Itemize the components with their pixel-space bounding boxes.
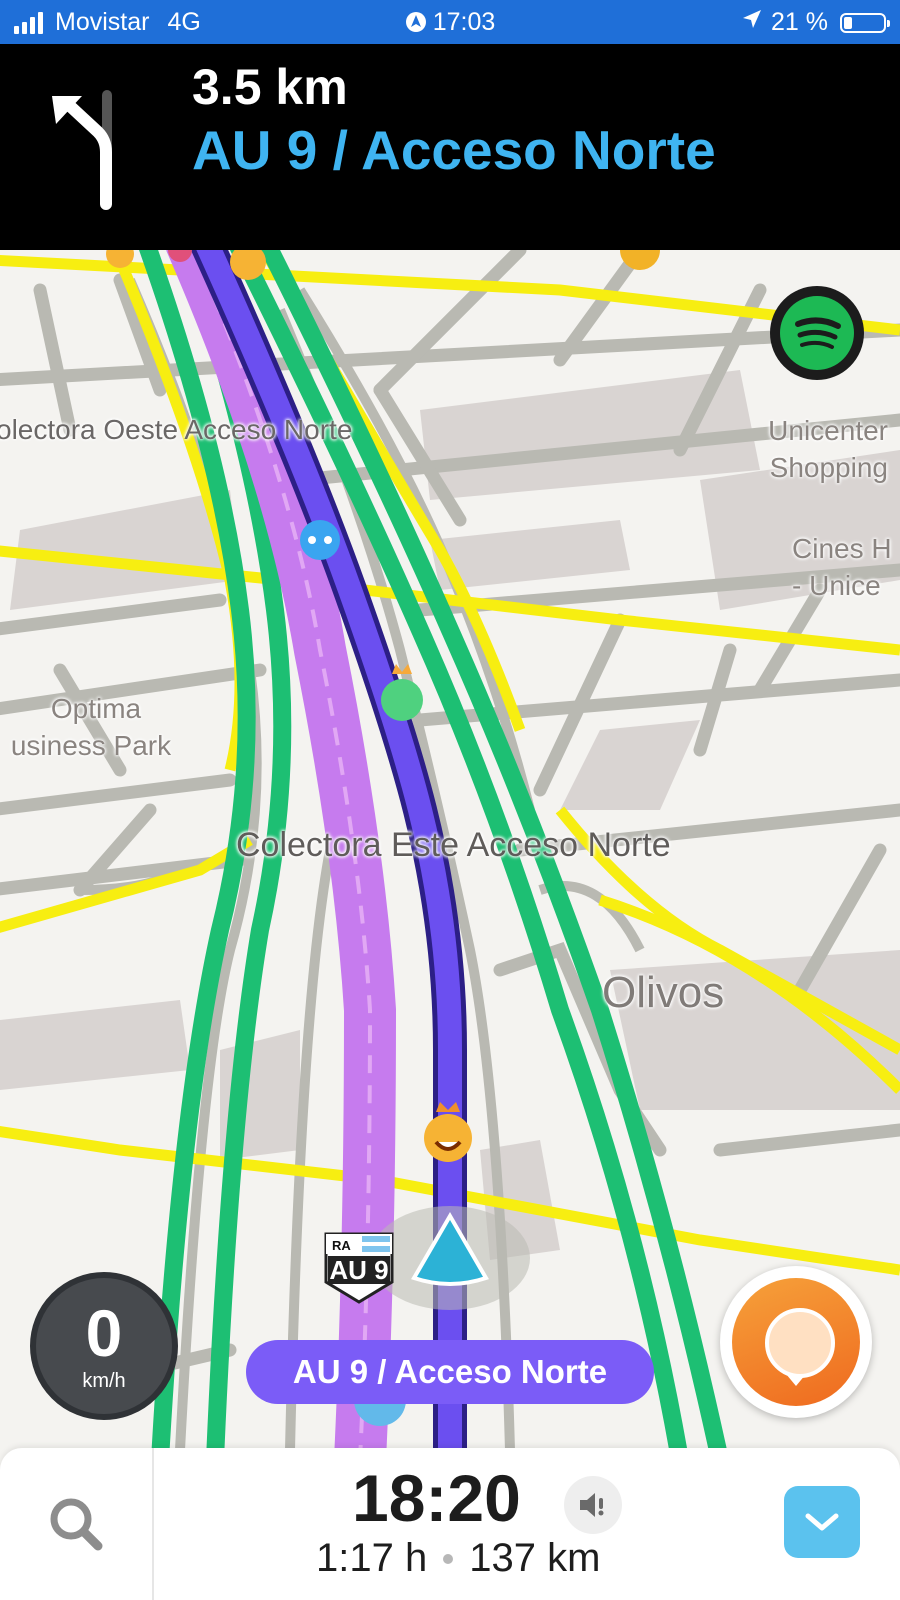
arrival-time: 18:20: [352, 1461, 521, 1535]
poi-label-optima: Optima usiness Park: [0, 690, 186, 764]
trip-info: 1:17 h 137 km: [316, 1536, 600, 1581]
shield-country: RA: [332, 1238, 351, 1253]
wazer-icon: [300, 520, 340, 560]
status-bar: Movistar 4G 17:03 21 %: [0, 0, 900, 44]
trip-bottom-bar: 18:20 1:17 h 137 km: [0, 1448, 900, 1600]
poi-label-line: Unicenter: [768, 415, 888, 446]
remaining-duration: 1:17 h: [316, 1536, 428, 1580]
wazer-laughing-icon: [424, 1114, 472, 1162]
poi-label-cines: Cines H - Unice: [792, 530, 892, 604]
separator-dot: [443, 1553, 454, 1564]
map-label-colectora-oeste: olectora Oeste Acceso Norte: [0, 414, 353, 445]
speed-value: 0: [85, 1296, 123, 1370]
poi-label-line: Cines H: [792, 533, 892, 564]
map-view[interactable]: olectora Oeste Acceso Norte Colectora Es…: [0, 250, 900, 1450]
wazer-crown-icon: [381, 679, 423, 721]
poi-label-line: Shopping: [769, 452, 888, 483]
spotify-button[interactable]: [770, 286, 864, 380]
battery-percent: 21 %: [771, 8, 828, 36]
clock: 17:03: [432, 8, 496, 36]
keep-left-arrow-icon: [52, 90, 112, 210]
battery-icon: [840, 12, 890, 33]
report-icon: [732, 1278, 860, 1406]
expand-trip-button[interactable]: [784, 1486, 860, 1558]
navigation-banner[interactable]: 3.5 km AU 9 / Acceso Norte: [0, 44, 900, 250]
map-label-olivos: Olivos: [602, 968, 725, 1017]
location-arrow-icon: [741, 8, 763, 37]
route-shield: RA AU 9: [324, 1232, 394, 1304]
shield-route-number: AU 9: [329, 1255, 388, 1285]
poi-label-line: - Unice: [792, 570, 881, 601]
speed-unit: km/h: [82, 1370, 126, 1392]
next-maneuver-distance: 3.5 km: [192, 59, 348, 115]
remaining-distance: 137 km: [469, 1536, 601, 1580]
speaker-icon: [580, 1493, 604, 1517]
current-street-label: AU 9 / Acceso Norte: [246, 1340, 654, 1404]
speedometer: 0 km/h: [30, 1272, 178, 1420]
search-button[interactable]: [0, 1448, 154, 1600]
chevron-down-icon: [805, 1513, 839, 1531]
sound-button[interactable]: [564, 1476, 622, 1534]
poi-label-line: Optima: [50, 693, 142, 724]
search-icon: [50, 1498, 103, 1551]
nav-active-icon: [405, 11, 427, 40]
report-button[interactable]: [720, 1266, 872, 1418]
next-street-name: AU 9 / Acceso Norte: [192, 119, 716, 181]
spotify-icon: [780, 296, 854, 370]
poi-label-unicenter: Unicenter Shopping: [768, 412, 888, 486]
map-label-colectora-este: Colectora Este Acceso Norte: [236, 826, 671, 864]
poi-label-line: usiness Park: [10, 730, 172, 761]
